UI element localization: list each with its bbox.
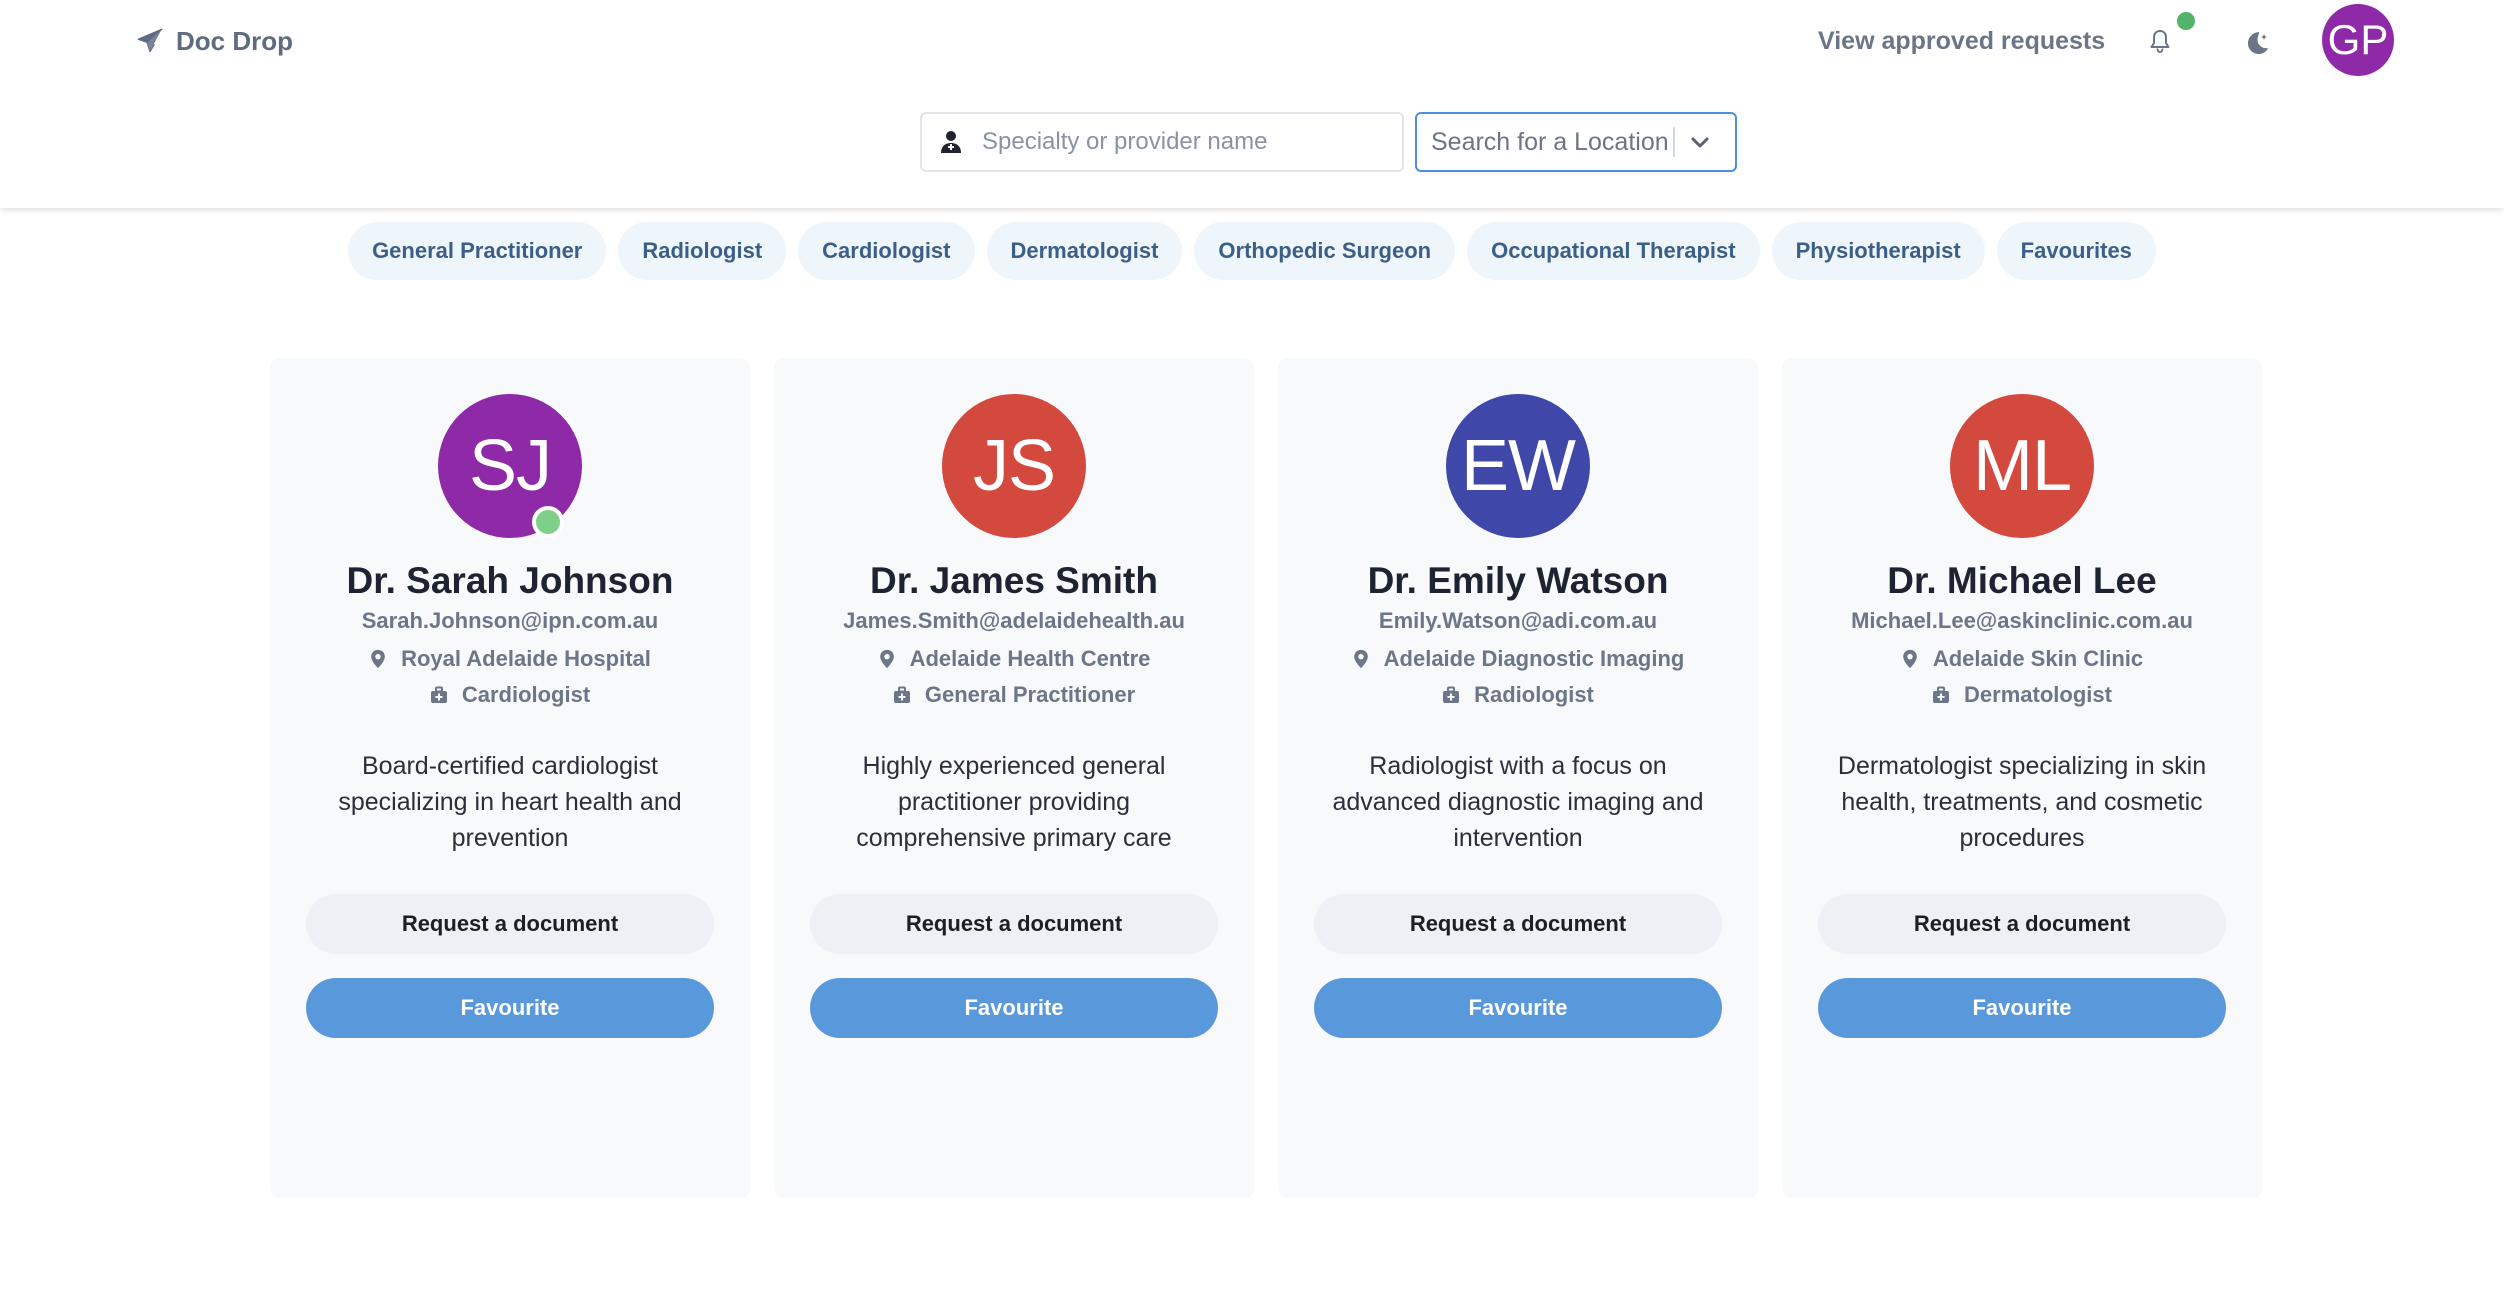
doctor-location-text: Adelaide Diagnostic Imaging [1383,646,1685,671]
moon-icon [2242,28,2272,58]
doctor-card: SJ Dr. Sarah Johnson Sarah.Johnson@ipn.c… [270,358,750,1198]
map-pin-icon [1901,649,1919,669]
chip-cardiologist[interactable]: Cardiologist [798,222,975,280]
view-approved-requests-link[interactable]: View approved requests [1818,24,2105,58]
doctor-location: Adelaide Health Centre [774,644,1254,674]
doctor-icon [938,129,964,155]
medical-kit-icon [430,685,448,705]
doctor-email: Emily.Watson@adi.com.au [1378,608,1658,633]
doctor-avatar: EW [1446,394,1590,538]
doctor-card: ML Dr. Michael Lee Michael.Lee@askinclin… [1782,358,2262,1198]
map-pin-icon [1352,649,1370,669]
doctor-description: Highly experienced general practitioner … [856,752,1172,852]
location-select[interactable] [1415,112,1737,172]
provider-search-input[interactable] [982,122,1382,162]
doctor-specialty-text: General Practitioner [924,682,1136,707]
doctor-specialty: Cardiologist [270,680,750,710]
doctor-description: Board-certified cardiologist specializin… [338,752,682,852]
doctor-location: Royal Adelaide Hospital [270,644,750,674]
provider-search-box [920,112,1404,172]
doctor-avatar: JS [942,394,1086,538]
notifications-button[interactable] [2144,26,2176,58]
doctor-card: JS Dr. James Smith James.Smith@adelaideh… [774,358,1254,1198]
chip-general-practitioner[interactable]: General Practitioner [348,222,607,280]
doctor-name: Dr. Emily Watson [1367,560,1669,601]
theme-toggle-button[interactable] [2240,26,2274,60]
doctor-location: Adelaide Diagnostic Imaging [1278,644,1758,674]
doctor-email: Sarah.Johnson@ipn.com.au [361,608,659,633]
doctor-specialty-text: Radiologist [1474,682,1594,707]
favourite-button[interactable]: Favourite [1818,978,2226,1038]
medical-kit-icon [1932,685,1950,705]
brand-logo[interactable]: Doc Drop [136,24,293,58]
favourite-button[interactable]: Favourite [810,978,1218,1038]
doctor-location-text: Royal Adelaide Hospital [401,646,651,671]
doctor-location: Adelaide Skin Clinic [1782,644,2262,674]
doctor-email: Michael.Lee@askinclinic.com.au [1851,608,2193,633]
doctor-location-text: Adelaide Skin Clinic [1932,646,2144,671]
request-document-button[interactable]: Request a document [810,894,1218,954]
doctor-specialty-text: Cardiologist [461,682,591,707]
doctor-name: Dr. James Smith [870,560,1158,601]
doctor-location-text: Adelaide Health Centre [909,646,1151,671]
user-avatar[interactable]: GP [2322,4,2394,76]
doctor-card: EW Dr. Emily Watson Emily.Watson@adi.com… [1278,358,1758,1198]
location-dropdown-toggle[interactable] [1675,117,1725,167]
doctor-specialty: Dermatologist [1782,680,2262,710]
chip-dermatologist[interactable]: Dermatologist [986,222,1183,280]
doctor-name: Dr. Sarah Johnson [346,560,674,601]
top-bar: Doc Drop View approved requests GP [0,0,2504,208]
request-document-button[interactable]: Request a document [1314,894,1722,954]
doctor-description: Dermatologist specializing in skin healt… [1837,752,2207,852]
chip-orthopedic-surgeon[interactable]: Orthopedic Surgeon [1194,222,1456,280]
notification-dot [2177,12,2195,30]
doctor-name: Dr. Michael Lee [1887,560,2157,601]
brand-name: Doc Drop [176,25,293,56]
doctor-specialty: General Practitioner [774,680,1254,710]
map-pin-icon [878,649,896,669]
medical-kit-icon [893,685,911,705]
online-status-dot [532,506,564,538]
favourite-button[interactable]: Favourite [306,978,714,1038]
bell-icon [2148,29,2172,55]
doctor-description: Radiologist with a focus on advanced dia… [1332,752,1704,852]
favourite-button[interactable]: Favourite [1314,978,1722,1038]
doctor-specialty-text: Dermatologist [1964,682,2112,707]
request-document-button[interactable]: Request a document [306,894,714,954]
specialty-filter-chips: General Practitioner Radiologist Cardiol… [0,222,2504,282]
location-search-input[interactable] [1431,122,1671,162]
chip-physiotherapist[interactable]: Physiotherapist [1771,222,1985,280]
request-document-button[interactable]: Request a document [1818,894,2226,954]
paper-plane-icon [136,27,164,55]
chip-favourites[interactable]: Favourites [1996,222,2156,280]
map-pin-icon [369,649,387,669]
chip-radiologist[interactable]: Radiologist [618,222,787,280]
doctor-avatar: ML [1950,394,2094,538]
chip-occupational-therapist[interactable]: Occupational Therapist [1467,222,1760,280]
medical-kit-icon [1442,685,1460,705]
doctor-specialty: Radiologist [1278,680,1758,710]
chevron-down-icon [1689,131,1711,153]
doctor-email: James.Smith@adelaidehealth.au [843,608,1185,633]
